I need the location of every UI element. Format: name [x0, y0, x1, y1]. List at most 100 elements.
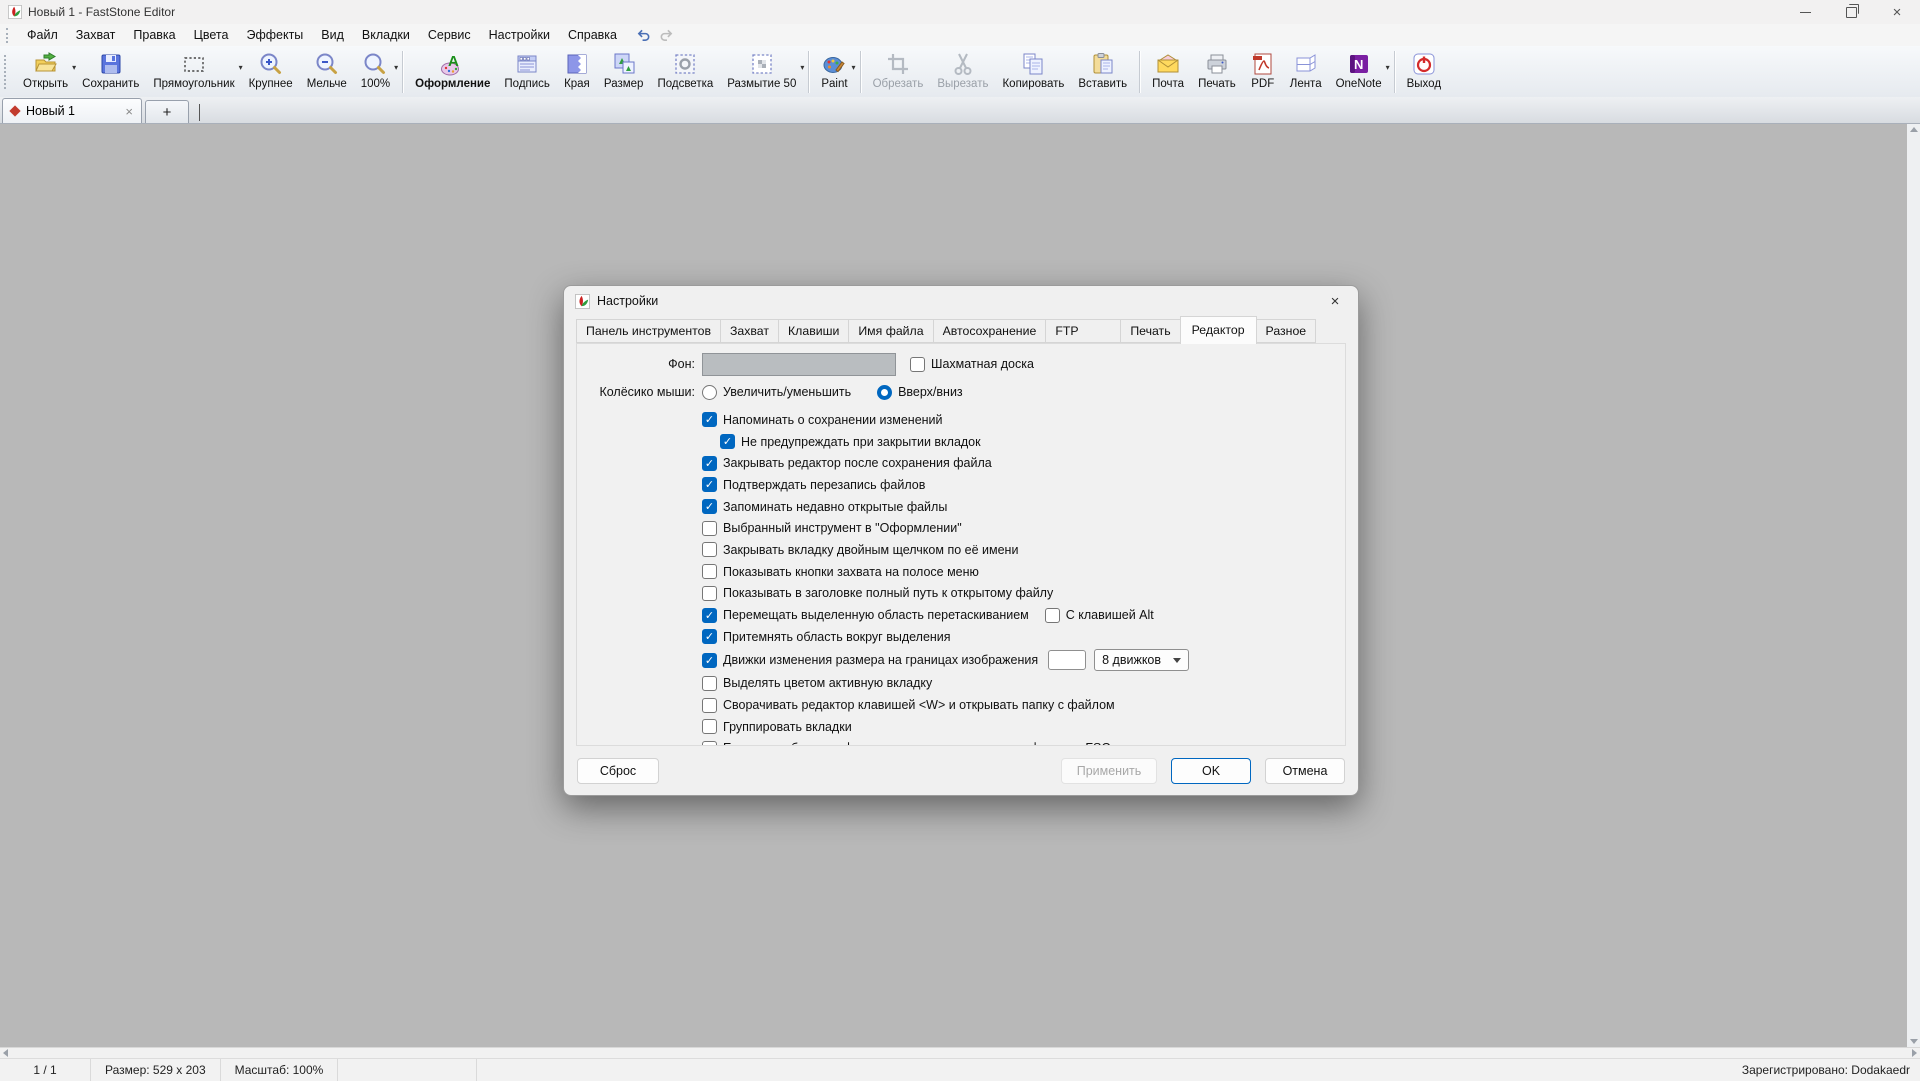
alt-key-checkbox[interactable]: [1045, 608, 1060, 623]
edge-button[interactable]: Края: [557, 47, 597, 97]
ok-button[interactable]: OK: [1171, 758, 1251, 784]
menu-item-file[interactable]: Файл: [18, 26, 67, 44]
tab-keys[interactable]: Клавиши: [778, 319, 849, 343]
background-color-swatch[interactable]: [702, 353, 896, 376]
checkbox[interactable]: [702, 477, 717, 492]
checkbox[interactable]: [702, 719, 717, 734]
open-button[interactable]: ▾ Открыть: [16, 47, 75, 97]
zoom-100-button[interactable]: ▾ 100%: [354, 47, 397, 97]
onenote-button[interactable]: N ▾ OneNote: [1329, 47, 1389, 97]
toolbar-gripper: [4, 55, 10, 89]
highlight-button[interactable]: Подсветка: [650, 47, 720, 97]
checkbox[interactable]: [702, 698, 717, 713]
horizontal-scrollbar[interactable]: [0, 1047, 1920, 1058]
tab-ftp[interactable]: FTP: [1045, 319, 1121, 343]
chevron-down-icon: [1173, 658, 1181, 663]
menu-item-capture[interactable]: Захват: [67, 26, 125, 44]
highlight-icon: [672, 49, 698, 78]
tab-filename[interactable]: Имя файла: [848, 319, 933, 343]
checkerboard-checkbox[interactable]: [910, 357, 925, 372]
tab-toolbar-panel[interactable]: Панель инструментов: [576, 319, 721, 343]
resize-button[interactable]: Размер: [597, 47, 651, 97]
checkbox[interactable]: [702, 542, 717, 557]
checkbox[interactable]: [702, 521, 717, 536]
dropdown-arrow-icon[interactable]: ▾: [852, 63, 856, 72]
copy-button[interactable]: Копировать: [995, 47, 1071, 97]
handles-count-select[interactable]: 8 движков: [1094, 649, 1189, 671]
copy-icon: [1020, 49, 1046, 78]
checkbox[interactable]: [702, 608, 717, 623]
reset-button[interactable]: Сброс: [577, 758, 659, 784]
checkbox[interactable]: [702, 499, 717, 514]
minimize-button[interactable]: [1782, 0, 1828, 24]
scroll-up-icon[interactable]: [1910, 127, 1918, 132]
close-button[interactable]: ×: [1874, 0, 1920, 24]
checkbox[interactable]: [720, 434, 735, 449]
tab-misc[interactable]: Разное: [1256, 319, 1317, 343]
undo-icon[interactable]: [636, 28, 651, 43]
tab-autosave[interactable]: Автосохранение: [933, 319, 1047, 343]
rectangle-select-button[interactable]: ▾ Прямоугольник: [146, 47, 241, 97]
wheel-scroll-radio[interactable]: [877, 385, 892, 400]
restore-button[interactable]: [1828, 0, 1874, 24]
dropdown-arrow-icon[interactable]: ▾: [800, 63, 804, 72]
menu-item-colors[interactable]: Цвета: [185, 26, 238, 44]
paste-button[interactable]: Вставить: [1071, 47, 1134, 97]
cancel-button[interactable]: Отмена: [1265, 758, 1345, 784]
ribbon-button[interactable]: Лента: [1283, 47, 1329, 97]
blur-button[interactable]: ▾ Размытие 50: [720, 47, 803, 97]
wheel-scroll-label[interactable]: Вверх/вниз: [898, 385, 963, 399]
draw-palette-icon: A: [440, 49, 466, 78]
save-button[interactable]: Сохранить: [75, 47, 146, 97]
alt-key-group: С клавишей Alt: [1045, 608, 1154, 623]
menu-item-view[interactable]: Вид: [312, 26, 353, 44]
crop-button: Обрезать: [866, 47, 931, 97]
wheel-zoom-label[interactable]: Увеличить/уменьшить: [723, 385, 851, 399]
print-button[interactable]: Печать: [1191, 47, 1243, 97]
menu-item-tabs[interactable]: Вкладки: [353, 26, 419, 44]
checkbox[interactable]: [702, 586, 717, 601]
wheel-zoom-radio[interactable]: [702, 385, 717, 400]
checkbox[interactable]: [702, 741, 717, 746]
paint-button[interactable]: ▾ Paint: [814, 47, 854, 97]
exit-button[interactable]: Выход: [1400, 47, 1448, 97]
tab-capture[interactable]: Захват: [720, 319, 779, 343]
option-row: Запоминать недавно открытые файлы: [702, 496, 1345, 518]
zoom-out-button[interactable]: Мельче: [300, 47, 354, 97]
checkbox[interactable]: [702, 412, 717, 427]
dropdown-arrow-icon[interactable]: ▾: [394, 63, 398, 72]
dialog-close-button[interactable]: ×: [1318, 289, 1352, 313]
menu-item-help[interactable]: Справка: [559, 26, 626, 44]
handle-size-input[interactable]: [1048, 650, 1086, 670]
draw-button[interactable]: A Оформление: [408, 47, 497, 97]
checkbox[interactable]: [702, 564, 717, 579]
document-tab[interactable]: Новый 1 ×: [2, 98, 142, 123]
scroll-right-icon[interactable]: [1912, 1049, 1917, 1057]
menu-item-settings[interactable]: Настройки: [480, 26, 559, 44]
menu-item-effects[interactable]: Эффекты: [237, 26, 312, 44]
background-row: Фон: Шахматная доска: [585, 352, 1345, 376]
checkbox[interactable]: [702, 676, 717, 691]
pdf-button[interactable]: PDF: [1243, 47, 1283, 97]
email-button[interactable]: Почта: [1145, 47, 1191, 97]
tab-editor[interactable]: Редактор: [1180, 316, 1257, 344]
checkerboard-label[interactable]: Шахматная доска: [931, 357, 1034, 371]
tab-close-icon[interactable]: ×: [125, 105, 133, 118]
dropdown-arrow-icon[interactable]: ▾: [1386, 63, 1390, 72]
redo-icon: [659, 28, 674, 43]
checkbox[interactable]: [702, 629, 717, 644]
menu-item-service[interactable]: Сервис: [419, 26, 480, 44]
caption-button[interactable]: Подпись: [497, 47, 557, 97]
zoom-in-button[interactable]: Крупнее: [242, 47, 300, 97]
checkbox[interactable]: [702, 456, 717, 471]
scroll-left-icon[interactable]: [3, 1049, 8, 1057]
toolbar-separator: [860, 51, 861, 93]
dialog-title: Настройки: [597, 294, 658, 308]
tab-print[interactable]: Печать: [1120, 319, 1180, 343]
menu-item-edit[interactable]: Правка: [124, 26, 184, 44]
add-tab-button[interactable]: +: [145, 100, 189, 123]
checkbox[interactable]: [702, 653, 717, 668]
scroll-down-icon[interactable]: [1910, 1039, 1918, 1044]
vertical-scrollbar[interactable]: [1907, 124, 1920, 1047]
restore-icon: [1846, 7, 1857, 18]
